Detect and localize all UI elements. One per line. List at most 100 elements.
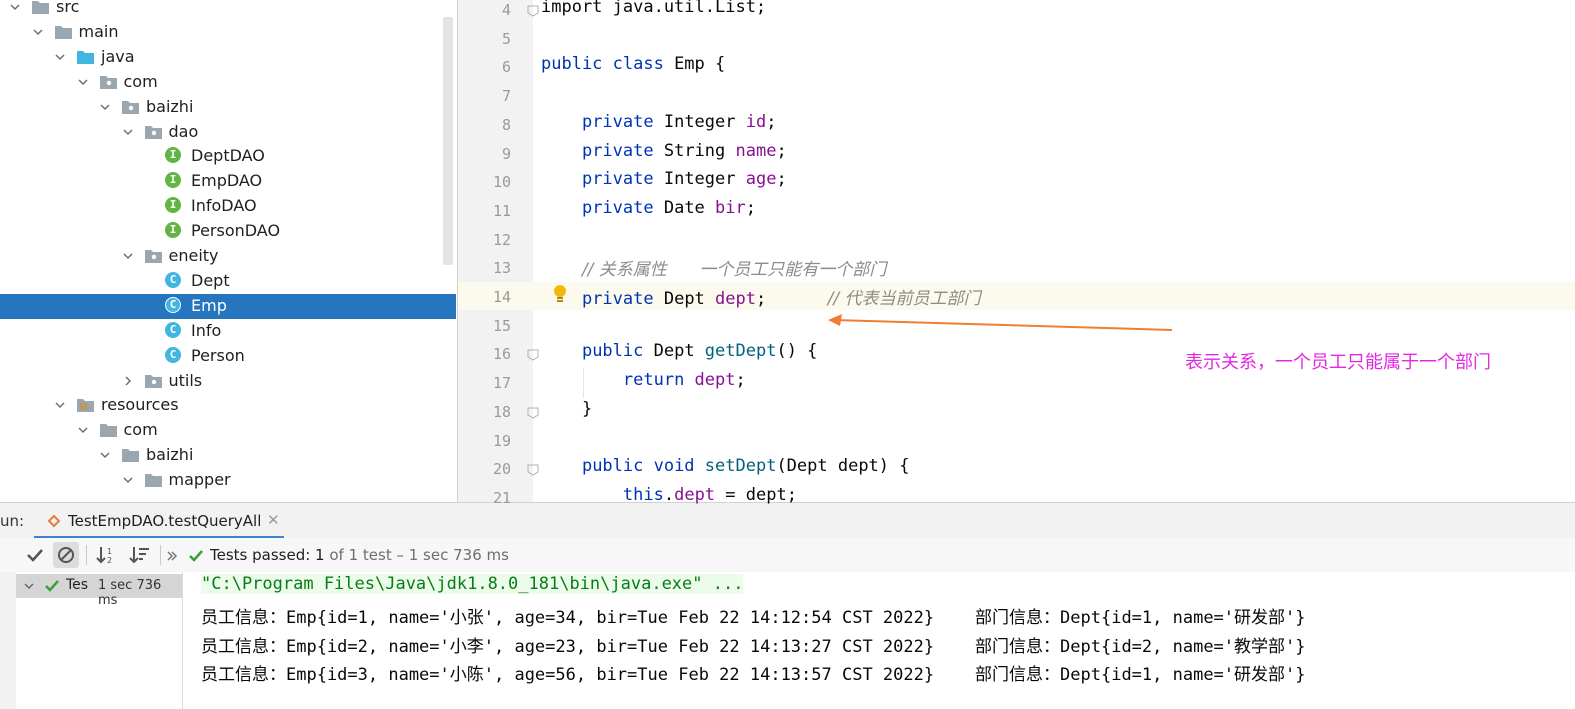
line-number: 13	[492, 259, 511, 278]
tree-item-utils[interactable]: utils	[0, 369, 456, 394]
chevron-down-icon[interactable]	[32, 27, 43, 37]
code-line: // 关系属性 一个员工只能有一个部门	[581, 260, 887, 281]
tree-item-main[interactable]: main	[0, 20, 456, 45]
tree-item-src[interactable]: src	[0, 0, 456, 20]
sort-alphabetically-icon[interactable]: 1 2	[94, 542, 120, 568]
tree-item-resources[interactable]: resources	[0, 393, 456, 418]
console-line: "C:\Program Files\Java\jdk1.8.0_181\bin\…	[201, 574, 744, 594]
line-number: 5	[501, 29, 511, 48]
line-number: 19	[492, 431, 511, 450]
package-icon	[122, 99, 139, 114]
class-icon: C	[165, 346, 181, 363]
test-duration: 1 sec 736 ms	[98, 578, 162, 608]
chevron-down-icon[interactable]	[122, 475, 133, 485]
line-number: 6	[501, 58, 511, 77]
chevron-down-icon[interactable]	[24, 581, 34, 591]
run-tab[interactable]: TestEmpDAO.testQueryAll ✕	[34, 503, 284, 539]
test-result-row[interactable]: Tes 1 sec 736 ms	[16, 574, 182, 608]
line-number: 7	[501, 87, 511, 106]
tree-item-com[interactable]: com	[0, 418, 456, 443]
tree-item-persondao[interactable]: I PersonDAO	[0, 219, 456, 244]
chevron-down-icon[interactable]	[10, 2, 20, 12]
chevron-right-icon[interactable]	[123, 375, 133, 386]
console-output[interactable]: "C:\Program Files\Java\jdk1.8.0_181\bin\…	[183, 572, 1575, 709]
package-icon	[144, 248, 162, 263]
code-editor[interactable]	[533, 0, 1575, 502]
chevron-down-icon[interactable]	[100, 450, 110, 460]
line-number: 20	[492, 460, 511, 479]
fold-marker-icon[interactable]	[527, 407, 539, 419]
tree-item-info[interactable]: C Info	[0, 319, 456, 344]
line-number: 17	[492, 374, 511, 393]
chevron-down-icon[interactable]	[122, 127, 133, 137]
interface-icon: I	[165, 147, 181, 164]
tree-item-person[interactable]: C Person	[0, 344, 456, 369]
chevron-down-icon[interactable]	[55, 400, 65, 410]
fold-marker-icon[interactable]	[527, 5, 539, 17]
console-line: 员工信息：Emp{id=1, name='小张', age=34, bir=Tu…	[201, 608, 1306, 628]
interface-icon: I	[165, 197, 181, 214]
fold-marker-icon[interactable]	[527, 464, 539, 476]
tree-item-emp[interactable]: C Emp	[0, 293, 456, 319]
indent-guide	[583, 368, 584, 398]
tree-item-empdao[interactable]: I EmpDAO	[0, 169, 456, 194]
line-number: 11	[492, 201, 511, 220]
interface-icon: I	[165, 222, 181, 239]
console-line: 员工信息：Emp{id=2, name='小李', age=23, bir=Tu…	[201, 637, 1306, 657]
line-number: 14	[492, 288, 511, 306]
fold-marker-icon[interactable]	[527, 349, 539, 361]
console-line: 员工信息：Emp{id=3, name='小陈', age=56, bir=Tu…	[201, 665, 1306, 685]
tree-item-baizhi[interactable]: baizhi	[0, 95, 456, 120]
tree-item-baizhi[interactable]: baizhi	[0, 443, 456, 468]
tree-item-label: dao	[168, 121, 199, 141]
code-line: private Integer age;	[581, 169, 787, 190]
code-line: return dept;	[622, 370, 746, 391]
show-ignored-button[interactable]	[53, 542, 79, 568]
interface-icon: I	[165, 172, 181, 189]
chevron-down-icon[interactable]	[55, 52, 65, 62]
tree-item-infodao[interactable]: I InfoDAO	[0, 194, 456, 219]
class-icon: C	[165, 271, 181, 288]
code-line: import java.util.List;	[541, 0, 767, 17]
tree-item-mapper[interactable]: mapper	[0, 468, 456, 493]
tree-item-dept[interactable]: C Dept	[0, 269, 456, 294]
tree-item-label: com	[123, 420, 158, 440]
line-number: 18	[492, 402, 511, 421]
tree-scrollbar[interactable]	[443, 17, 453, 265]
tree-item-label: Person	[191, 345, 245, 365]
tree-item-java[interactable]: java	[0, 45, 456, 70]
tree-item-dao[interactable]: dao	[0, 120, 456, 145]
stop-circle-icon	[58, 547, 74, 563]
chevron-down-icon[interactable]	[122, 251, 133, 261]
folder-icon	[77, 397, 94, 413]
folder-icon	[99, 422, 117, 438]
tree-item-label: Dept	[191, 270, 230, 290]
annotation-arrow-icon	[828, 314, 1173, 331]
tests-status: Tests passed: 1 of 1 test – 1 sec 736 ms	[210, 546, 509, 564]
line-number: 10	[492, 173, 511, 192]
tree-item-label: EmpDAO	[191, 171, 263, 191]
tree-item-eneity[interactable]: eneity	[0, 244, 456, 269]
run-label: un:	[0, 512, 25, 530]
tree-item-label: PersonDAO	[191, 221, 281, 241]
chevron-down-icon[interactable]	[77, 425, 88, 435]
chevron-down-icon[interactable]	[77, 77, 88, 87]
tree-item-deptdao[interactable]: I DeptDAO	[0, 144, 456, 169]
sort-by-duration-icon[interactable]	[127, 542, 153, 568]
code-line: this.dept = dept;	[622, 484, 797, 505]
line-number: 21	[492, 488, 511, 507]
folder-icon	[54, 24, 72, 39]
class-icon: C	[165, 296, 181, 313]
svg-text:1: 1	[107, 547, 112, 556]
run-toolbar: 1 2 Tests passed: 1 of 1 test – 1 sec 73…	[0, 538, 1575, 573]
line-number: 9	[501, 144, 511, 163]
package-icon	[144, 124, 162, 139]
tree-item-label: main	[78, 21, 119, 41]
tree-item-label: InfoDAO	[191, 196, 257, 216]
package-icon	[144, 373, 162, 388]
show-passed-icon[interactable]	[22, 542, 48, 568]
more-chevron-icon[interactable]	[166, 550, 178, 562]
tree-item-com[interactable]: com	[0, 70, 456, 95]
close-icon[interactable]: ✕	[267, 511, 280, 529]
chevron-down-icon[interactable]	[100, 102, 110, 112]
